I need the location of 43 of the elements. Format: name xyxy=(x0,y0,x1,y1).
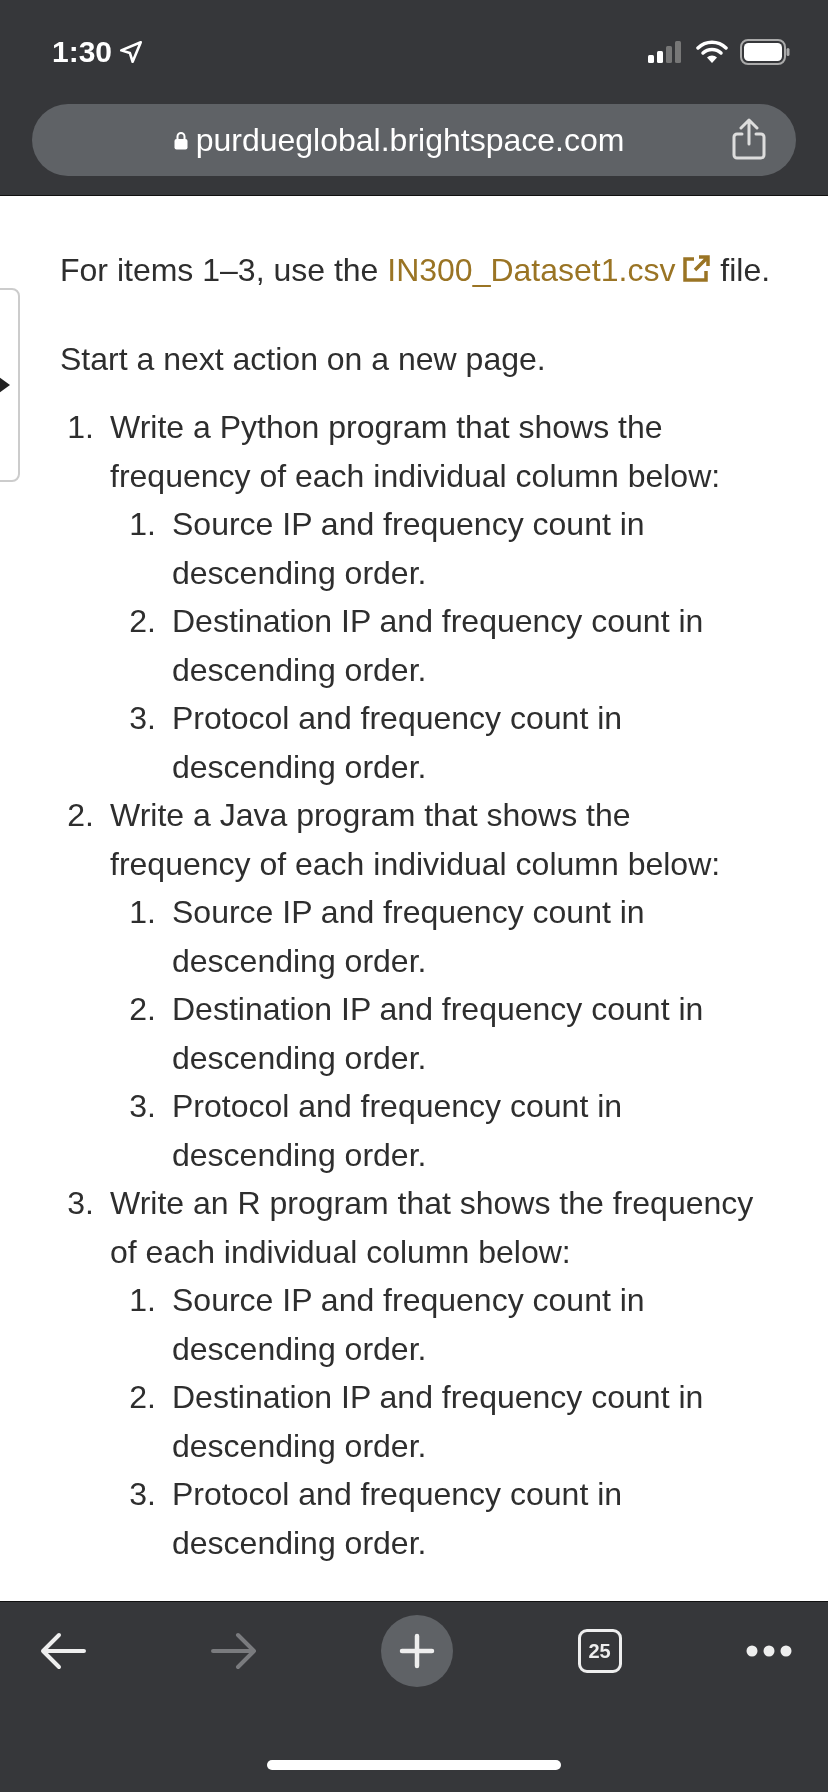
list-number: 1. xyxy=(128,505,157,544)
url-text: purdueglobal.brightspace.com xyxy=(195,121,625,159)
instruction-paragraph: For items 1–3, use the IN300_Dataset1.csv file. xyxy=(60,251,772,290)
list-number: 3. xyxy=(128,699,157,738)
list-number: 3. xyxy=(128,1475,157,1514)
list-item-text: Protocol and frequency count in descending order. xyxy=(172,1475,624,1563)
lock-icon xyxy=(173,130,188,150)
address-bar[interactable]: purdueglobal.brightspace.com xyxy=(32,104,796,176)
list-item-text: Protocol and frequency count in descending order. xyxy=(172,699,624,787)
list-number: 2. xyxy=(128,602,157,641)
list-item-text: Source IP and frequency count in descending order. xyxy=(172,893,646,981)
list-number: 2. xyxy=(128,1378,157,1417)
list-item-text: Source IP and frequency count in descending order. xyxy=(172,505,646,593)
list-item-text: Destination IP and frequency count in descending order. xyxy=(172,602,705,690)
more-dots-icon[interactable] xyxy=(746,1645,792,1657)
back-arrow-icon[interactable] xyxy=(40,1632,86,1670)
list-item-text: Write a Python program that shows the frequency of each individual column below: xyxy=(110,408,722,496)
list-item-text: Destination IP and frequency count in descending order. xyxy=(172,990,705,1078)
list-number: 1. xyxy=(66,408,95,447)
new-tab-button[interactable] xyxy=(381,1615,453,1687)
status-time: 1:30 xyxy=(52,35,113,69)
list-item-text: Write a Java program that shows the frequency of each individual column below: xyxy=(110,796,722,884)
battery-icon xyxy=(740,39,790,65)
list-number: 2. xyxy=(66,796,95,835)
list-number: 1. xyxy=(128,893,157,932)
side-panel-handle[interactable] xyxy=(0,288,20,482)
list-item-text: Write an R program that shows the frequency of each individual column below: xyxy=(110,1184,755,1272)
tab-count-button[interactable]: 25 xyxy=(577,1629,622,1673)
share-icon[interactable] xyxy=(732,118,766,160)
list-item-text: Destination IP and frequency count in descending order. xyxy=(172,1378,705,1466)
list-number: 3. xyxy=(128,1087,157,1126)
expand-triangle-icon xyxy=(0,377,10,393)
list-number: 2. xyxy=(128,990,157,1029)
signal-icon xyxy=(648,41,684,63)
list-number: 1. xyxy=(128,1281,157,1320)
list-item-text: Source IP and frequency count in descending order. xyxy=(172,1281,646,1369)
note-text: Start a next action on a new page. xyxy=(60,339,547,379)
external-link-icon xyxy=(681,254,712,284)
dataset-link[interactable]: IN300_Dataset1.csv xyxy=(387,252,712,288)
wifi-icon xyxy=(696,40,728,64)
location-arrow-icon xyxy=(118,39,145,65)
list-number: 3. xyxy=(66,1184,95,1223)
list-item-text: Protocol and frequency count in descending order. xyxy=(172,1087,624,1175)
